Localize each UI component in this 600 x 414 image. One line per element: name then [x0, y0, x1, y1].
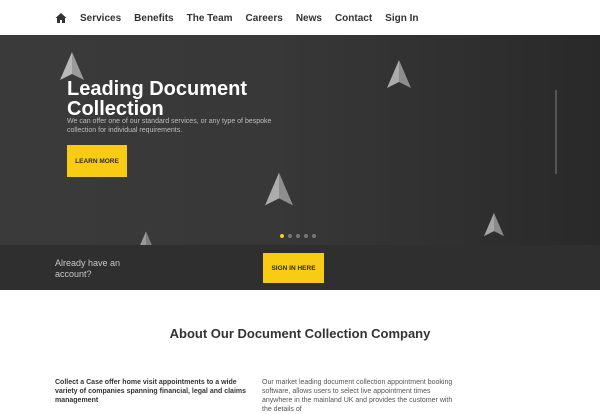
nav-item-news[interactable]: News: [296, 13, 322, 24]
top-nav: Services Benefits The Team Careers News …: [0, 0, 600, 35]
paper-plane-icon: [265, 172, 293, 206]
about-right-text: Our market leading document collection a…: [262, 379, 453, 413]
nav-item-the-team[interactable]: The Team: [187, 13, 233, 24]
hero-subtitle: We can offer one of our standard service…: [67, 118, 272, 134]
about-title: About Our Document Collection Company: [169, 326, 431, 341]
about-left-text: Collect a Case offer home visit appointm…: [55, 379, 247, 404]
paper-plane-icon: [60, 52, 84, 80]
signin-prompt: Already have an account?: [55, 258, 121, 279]
nav-item-benefits[interactable]: Benefits: [134, 13, 173, 24]
paper-plane-icon: [484, 212, 504, 237]
nav-item-services[interactable]: Services: [80, 13, 121, 24]
slider-dot[interactable]: [288, 234, 292, 238]
slider-next-arrow-icon[interactable]: [555, 90, 557, 174]
hero-title: Leading Document Collection: [67, 78, 248, 120]
paper-plane-icon: [387, 60, 411, 88]
nav-item-sign-in[interactable]: Sign In: [385, 13, 418, 24]
slider-dot[interactable]: [304, 234, 308, 238]
slider-dots: [280, 234, 320, 238]
nav-item-careers[interactable]: Careers: [246, 13, 283, 24]
hero-slider: Leading Document Collection We can offer…: [0, 35, 600, 290]
slider-dot[interactable]: [280, 234, 284, 238]
signin-band: Already have an account? SIGN IN HERE: [0, 245, 600, 290]
nav-item-contact[interactable]: Contact: [335, 13, 372, 24]
slider-dot[interactable]: [312, 234, 316, 238]
sign-in-here-button[interactable]: SIGN IN HERE: [263, 253, 324, 283]
nav-list: Services Benefits The Team Careers News …: [54, 11, 432, 25]
learn-more-button[interactable]: LEARN MORE: [67, 145, 127, 177]
home-icon[interactable]: [54, 11, 68, 25]
slider-dot[interactable]: [296, 234, 300, 238]
